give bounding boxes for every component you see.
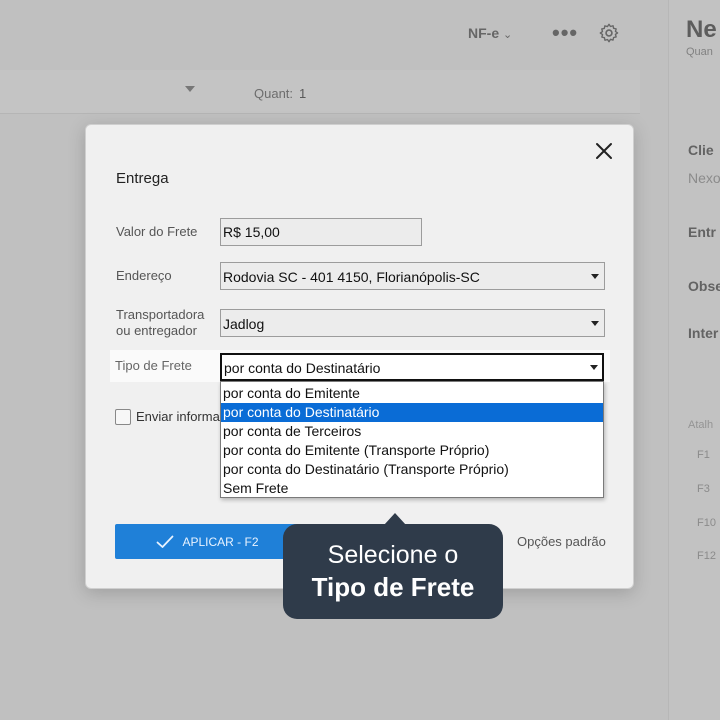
apply-button-label: APLICAR - F2: [182, 534, 259, 549]
endereco-label: Endereço: [116, 268, 172, 283]
tipo-frete-dropdown[interactable]: por conta do Emitente por conta do Desti…: [220, 381, 604, 498]
apply-button[interactable]: APLICAR - F2: [115, 524, 300, 559]
close-icon[interactable]: [592, 139, 616, 163]
caret-down-icon: [590, 365, 598, 370]
dropdown-option[interactable]: por conta de Terceiros: [221, 422, 603, 441]
valor-frete-label: Valor do Frete: [116, 224, 198, 239]
default-options-link[interactable]: Opções padrão: [517, 534, 606, 549]
enviar-checkbox-label: Enviar informa: [136, 409, 220, 424]
dropdown-option[interactable]: Sem Frete: [221, 479, 603, 498]
tipo-frete-value: por conta do Destinatário: [224, 360, 381, 376]
dropdown-option-selected[interactable]: por conta do Destinatário: [221, 403, 603, 422]
dialog-title: Entrega: [116, 170, 169, 187]
dropdown-option[interactable]: por conta do Destinatário (Transporte Pr…: [221, 460, 603, 479]
hint-tooltip: Selecione o Tipo de Frete: [283, 513, 503, 619]
dropdown-option[interactable]: por conta do Emitente (Transporte Própri…: [221, 441, 603, 460]
transportadora-select[interactable]: Jadlog: [220, 309, 605, 337]
caret-down-icon: [591, 274, 599, 279]
valor-frete-input[interactable]: R$ 15,00: [220, 218, 422, 246]
endereco-value: Rodovia SC - 401 4150, Florianópolis-SC: [223, 269, 480, 285]
tipo-frete-select[interactable]: por conta do Destinatário: [220, 353, 604, 381]
check-icon: [157, 535, 174, 548]
tooltip-line2: Tipo de Frete: [311, 572, 475, 602]
transportadora-value: Jadlog: [223, 316, 265, 332]
transportadora-label-line2: ou entregador: [116, 323, 197, 338]
transportadora-label-line1: Transportadora: [116, 307, 205, 322]
tipo-frete-label: Tipo de Frete: [115, 358, 192, 373]
dropdown-option[interactable]: por conta do Emitente: [221, 384, 603, 403]
endereco-select[interactable]: Rodovia SC - 401 4150, Florianópolis-SC: [220, 262, 605, 290]
enviar-checkbox[interactable]: [115, 409, 131, 425]
caret-down-icon: [591, 321, 599, 326]
transportadora-label: Transportadora ou entregador: [116, 307, 204, 339]
tooltip-line1: Selecione o: [327, 541, 459, 569]
